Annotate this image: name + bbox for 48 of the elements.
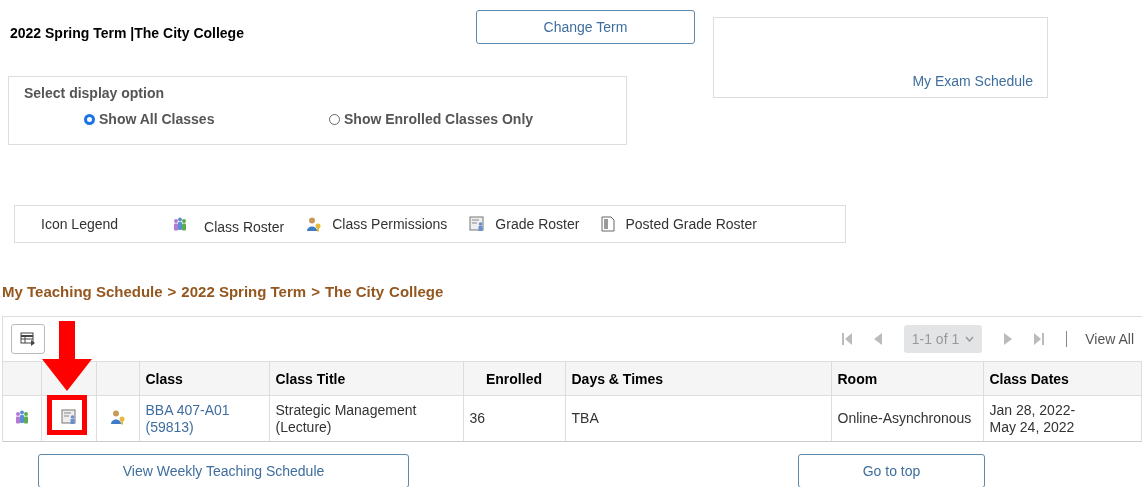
breadcrumb-text: College (389, 283, 444, 300)
document-icon (601, 216, 616, 232)
radio-option[interactable]: Show All Classes (84, 111, 329, 127)
table-icon (20, 332, 36, 346)
column-header: Days & Times (565, 361, 831, 396)
chevron-down-icon (965, 336, 975, 342)
legend-label: Grade Roster (495, 216, 580, 232)
column-header: Class Title (269, 361, 463, 396)
person-key-icon (109, 408, 126, 425)
legend-title: Icon Legend (41, 216, 119, 232)
legend-label: Posted Grade Roster (625, 216, 757, 232)
breadcrumb-text: > (311, 283, 320, 300)
roster-sheet-icon (60, 408, 77, 425)
legend-label: Class Roster (204, 219, 285, 235)
legend-label: Class Permissions (332, 216, 448, 232)
column-header: Class (139, 361, 269, 396)
breadcrumb-text: 2022 Spring Term (181, 283, 307, 300)
grid-options-button[interactable] (11, 324, 45, 354)
pointer-arrow-icon (41, 321, 92, 391)
people-group-icon (13, 408, 30, 425)
table-cell: Strategic Management (Lecture) (269, 395, 463, 441)
radio-option[interactable]: Show Enrolled Classes Only (329, 111, 574, 127)
table-cell: 36 (463, 395, 565, 441)
highlight-frame (46, 395, 87, 435)
person-key-icon (306, 216, 323, 232)
table-cell: Jan 28, 2022- May 24, 2022 (983, 395, 1142, 441)
table-cell: TBA (565, 395, 831, 441)
breadcrumb-text: The City (324, 283, 385, 300)
last-page-icon[interactable] (1034, 333, 1045, 345)
roster-sheet-icon (469, 216, 486, 232)
change-term-button[interactable]: Change Term (476, 10, 695, 44)
next-page-icon[interactable] (1004, 333, 1013, 345)
panel-title: Select display option (24, 85, 166, 101)
go-to-top-button[interactable]: Go to top (798, 454, 985, 487)
previous-page-icon[interactable] (873, 333, 882, 345)
column-header: Class Dates (983, 361, 1142, 396)
breadcrumb-text: > (167, 283, 177, 300)
term-title: 2022 Spring Term |The City College (10, 25, 244, 41)
class-link[interactable]: BBA 407-A01 (59813) (145, 401, 230, 436)
people-group-icon (172, 216, 189, 232)
weekly-schedule-button[interactable]: View Weekly Teaching Schedule (38, 454, 409, 487)
column-header: Room (831, 361, 983, 396)
column-header: Enrolled (463, 361, 565, 396)
breadcrumb-text: My Teaching Schedule (2, 283, 163, 300)
table-cell: Online-Asynchronous (831, 395, 983, 441)
view-all-link[interactable]: View All (1085, 331, 1134, 347)
exam-schedule-link[interactable]: My Exam Schedule (912, 73, 1033, 89)
first-page-icon[interactable] (841, 333, 852, 345)
